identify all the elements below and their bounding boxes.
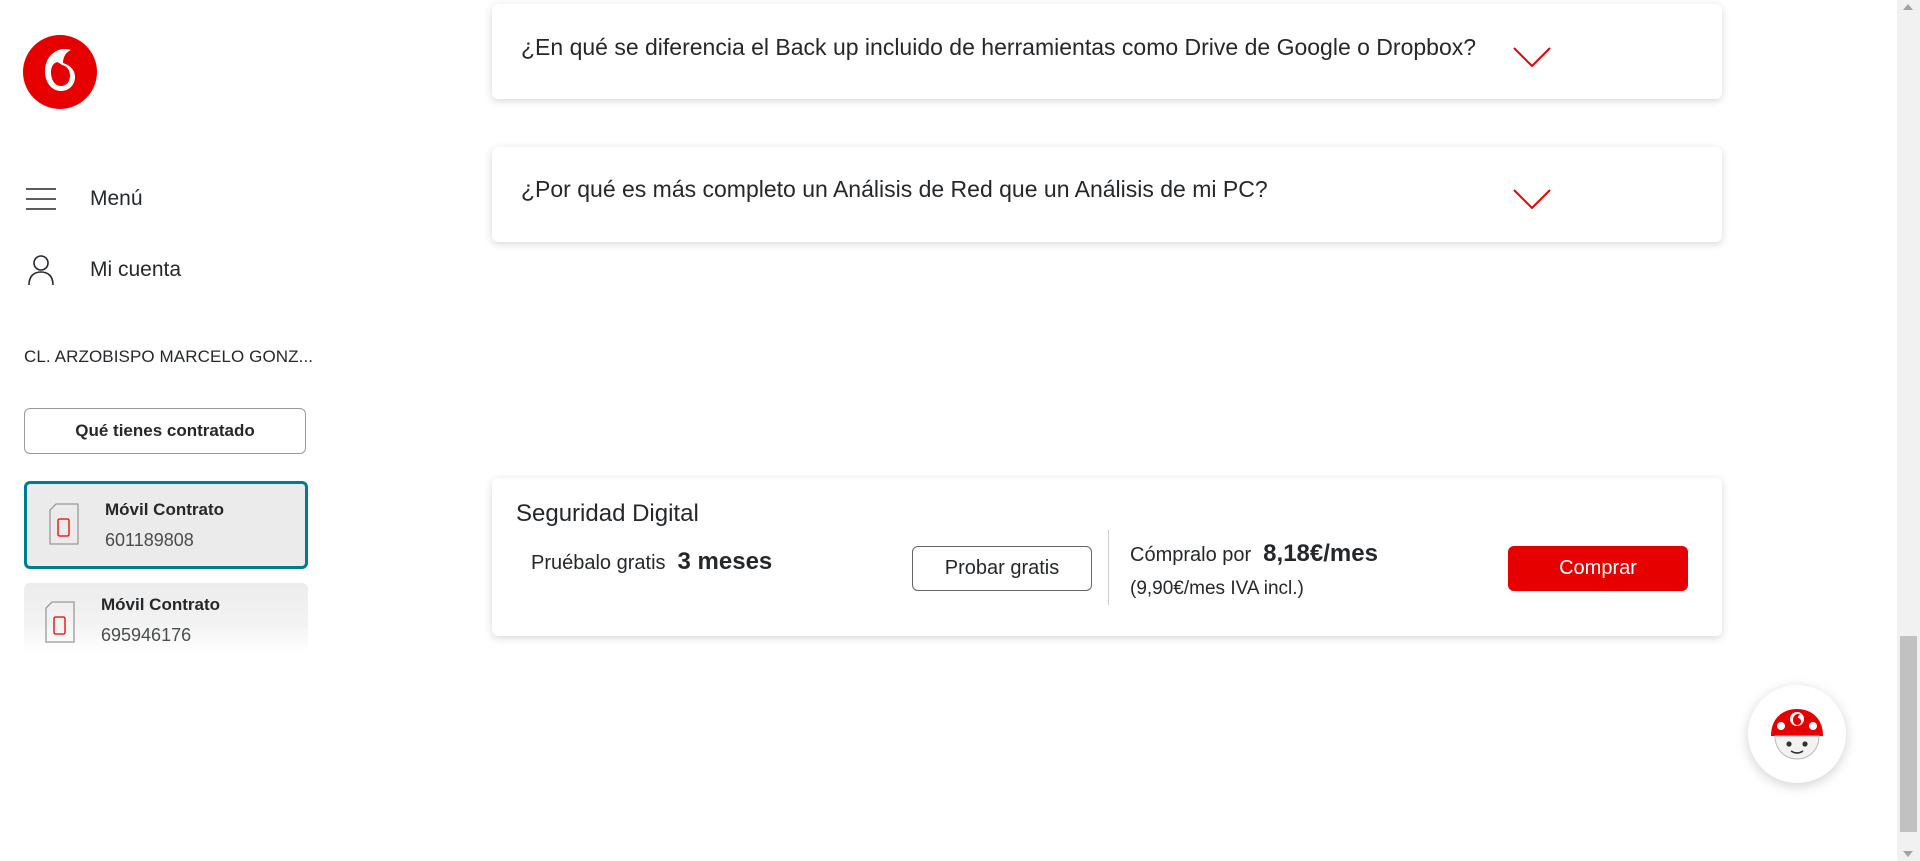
scroll-down-arrow-icon[interactable] [1903, 851, 1913, 857]
divider [1108, 530, 1109, 605]
trial-text: Pruébalo gratis [531, 552, 666, 574]
price-value: 8,18€/mes [1263, 540, 1378, 567]
vodafone-logo[interactable] [23, 35, 97, 109]
address-label: CL. ARZOBISPO MARCELO GONZ... [24, 347, 314, 366]
menu-button[interactable]: Menú [24, 182, 143, 216]
faq-question: ¿En qué se diferencia el Back up incluid… [521, 34, 1477, 60]
vertical-scrollbar[interactable] [1897, 0, 1920, 861]
line-card-selected[interactable]: Móvil Contrato 601189808 [24, 481, 308, 569]
line-title: Móvil Contrato [105, 499, 224, 519]
price-info: Cómpralo por 8,18€/mes [1130, 540, 1378, 568]
price-label: Cómpralo por [1130, 544, 1252, 566]
faq-item-backup[interactable]: ¿En qué se diferencia el Back up incluid… [492, 4, 1722, 99]
my-account-button[interactable]: Mi cuenta [24, 253, 181, 287]
scroll-up-arrow-icon[interactable] [1903, 4, 1913, 10]
trial-info: Pruébalo gratis 3 meses [531, 548, 772, 576]
sim-card-icon [45, 601, 77, 645]
chatbot-avatar-icon [1771, 709, 1823, 760]
chevron-down-icon[interactable] [1512, 187, 1552, 211]
buy-button[interactable]: Comprar [1508, 546, 1688, 591]
faq-question: ¿Por qué es más completo un Análisis de … [521, 176, 1268, 202]
trial-duration: 3 meses [677, 548, 773, 575]
user-icon [24, 253, 58, 287]
whats-contracted-button[interactable]: Qué tienes contratado [24, 408, 306, 454]
line-title: Móvil Contrato [101, 595, 220, 614]
try-free-button[interactable]: Probar gratis [912, 546, 1092, 591]
faq-item-network-analysis[interactable]: ¿Por qué es más completo un Análisis de … [492, 147, 1722, 242]
my-account-label: Mi cuenta [90, 258, 182, 281]
chevron-down-icon[interactable] [1512, 45, 1552, 69]
line-card[interactable]: Móvil Contrato 695946176 [24, 583, 308, 653]
line-number: 601189808 [105, 529, 194, 550]
hamburger-menu-icon [24, 182, 58, 216]
offer-card: Seguridad Digital Pruébalo gratis 3 mese… [492, 478, 1722, 636]
line-number: 695946176 [101, 625, 192, 645]
menu-label: Menú [90, 187, 143, 210]
offer-title: Seguridad Digital [516, 500, 699, 527]
sim-card-icon [49, 503, 81, 547]
price-vat: (9,90€/mes IVA incl.) [1130, 578, 1304, 599]
chat-assistant-button[interactable] [1748, 685, 1846, 783]
scrollbar-thumb[interactable] [1900, 636, 1917, 832]
